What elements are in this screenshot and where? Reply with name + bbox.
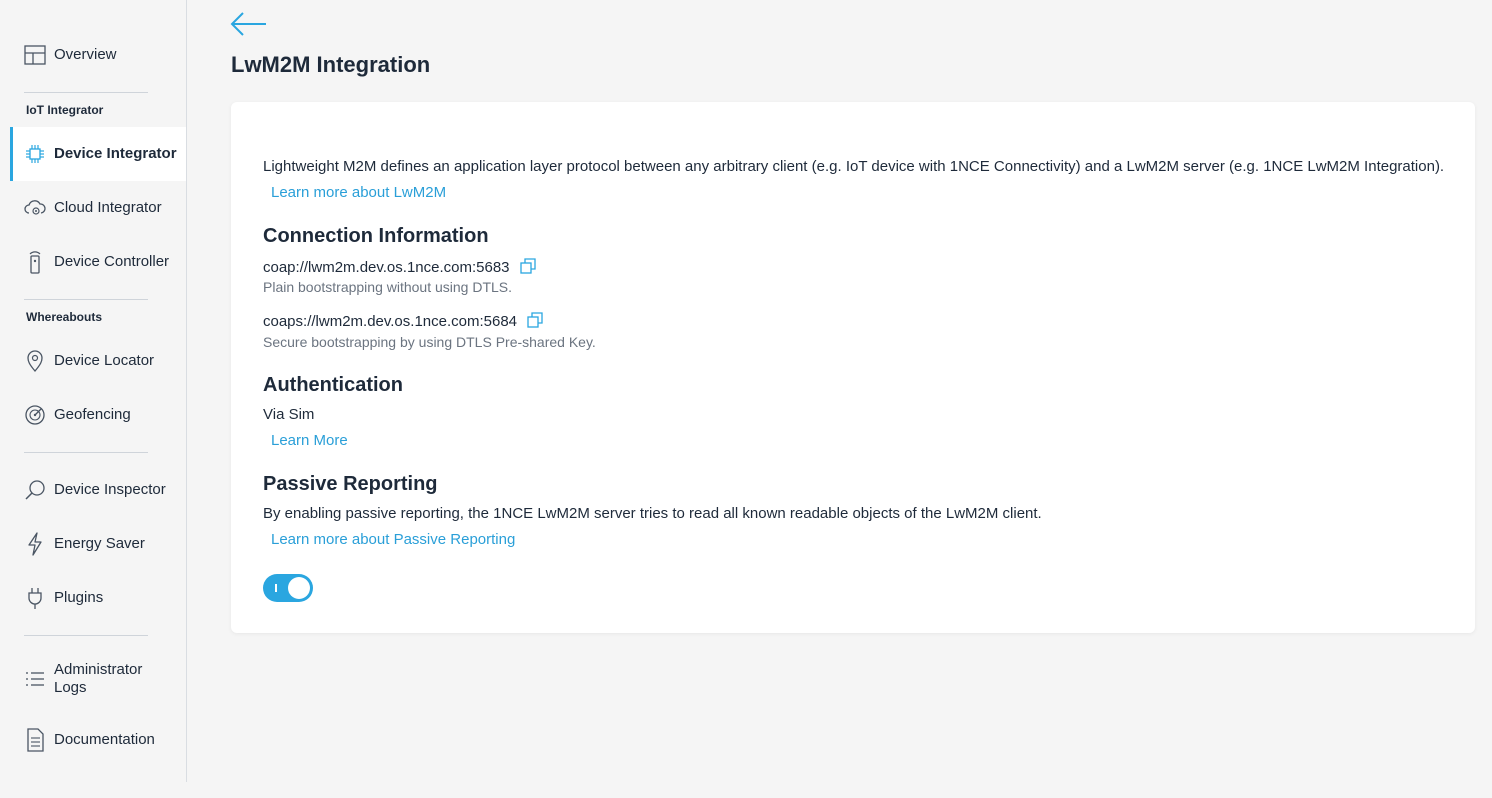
passive-reporting-toggle[interactable] bbox=[263, 574, 313, 602]
sidebar-item-plugins[interactable]: Plugins bbox=[10, 571, 186, 625]
plug-icon bbox=[24, 587, 46, 609]
learn-more-lwm2m-link[interactable]: Learn more about LwM2M bbox=[271, 184, 446, 201]
sidebar-item-overview[interactable]: Overview bbox=[10, 28, 186, 82]
page-title: LwM2M Integration bbox=[231, 52, 431, 77]
sidebar-divider bbox=[24, 92, 148, 93]
passive-reporting-heading: Passive Reporting bbox=[263, 473, 438, 495]
authentication-heading: Authentication bbox=[263, 374, 403, 396]
sidebar-item-cloud-integrator[interactable]: Cloud Integrator bbox=[10, 181, 186, 235]
connection-entry: coaps://lwm2m.dev.os.1nce.com:5684 bbox=[263, 312, 543, 332]
sidebar-item-device-locator[interactable]: Device Locator bbox=[10, 334, 186, 388]
sidebar-item-device-integrator[interactable]: Device Integrator bbox=[10, 127, 186, 181]
coaps-url: coaps://lwm2m.dev.os.1nce.com:5684 bbox=[263, 313, 518, 330]
authentication-value: Via Sim bbox=[263, 406, 315, 423]
section-label-whereabouts: Whereabouts bbox=[26, 310, 103, 324]
sidebar-item-label: Energy Saver bbox=[54, 535, 145, 552]
back-arrow-icon[interactable] bbox=[230, 10, 268, 38]
sidebar-item-energy-saver[interactable]: Energy Saver bbox=[10, 517, 186, 571]
sidebar: Overview IoT Integrator Device Integrato… bbox=[0, 0, 187, 782]
coap-description: Plain bootstrapping without using DTLS. bbox=[263, 279, 513, 295]
sidebar-divider bbox=[24, 299, 148, 300]
connection-entry: coap://lwm2m.dev.os.1nce.com:5683 bbox=[263, 258, 536, 278]
layout-icon bbox=[24, 44, 46, 66]
sidebar-item-geofencing[interactable]: Geofencing bbox=[10, 388, 186, 442]
sidebar-item-label: Administrator Logs bbox=[54, 661, 143, 696]
coaps-description: Secure bootstrapping by using DTLS Pre-s… bbox=[263, 334, 596, 350]
sidebar-item-documentation[interactable]: Documentation bbox=[10, 713, 186, 767]
magnifier-icon bbox=[24, 479, 46, 501]
list-icon bbox=[24, 668, 46, 690]
sidebar-item-device-inspector[interactable]: Device Inspector bbox=[10, 463, 186, 517]
sidebar-item-label: Cloud Integrator bbox=[54, 199, 162, 216]
toggle-knob bbox=[288, 577, 310, 599]
coap-url: coap://lwm2m.dev.os.1nce.com:5683 bbox=[263, 259, 510, 276]
section-label-iot-integrator: IoT Integrator bbox=[26, 103, 104, 117]
document-icon bbox=[24, 728, 46, 752]
chip-icon bbox=[24, 143, 46, 165]
map-pin-icon bbox=[24, 350, 46, 372]
sidebar-item-device-controller[interactable]: Device Controller bbox=[10, 235, 186, 289]
sidebar-item-label: Plugins bbox=[54, 589, 104, 606]
sidebar-item-label: Device Inspector bbox=[54, 481, 166, 498]
remote-icon bbox=[24, 251, 46, 274]
sidebar-item-label: Device Integrator bbox=[54, 145, 177, 162]
radar-icon bbox=[24, 404, 46, 426]
toggle-on-indicator bbox=[275, 584, 277, 592]
lwm2m-card: Lightweight M2M defines an application l… bbox=[231, 102, 1475, 633]
copy-icon[interactable] bbox=[527, 312, 543, 332]
cloud-gear-icon bbox=[24, 197, 46, 219]
sidebar-item-label: Overview bbox=[54, 46, 117, 63]
sidebar-item-label: Device Locator bbox=[54, 352, 155, 369]
sidebar-item-label: Geofencing bbox=[54, 406, 131, 423]
intro-text: Lightweight M2M defines an application l… bbox=[263, 158, 1445, 175]
learn-more-passive-reporting-link[interactable]: Learn more about Passive Reporting bbox=[271, 531, 515, 548]
lightning-icon bbox=[24, 532, 46, 556]
sidebar-divider bbox=[24, 635, 148, 636]
copy-icon[interactable] bbox=[520, 258, 536, 278]
sidebar-divider bbox=[24, 452, 148, 453]
learn-more-auth-link[interactable]: Learn More bbox=[271, 432, 348, 449]
passive-reporting-text: By enabling passive reporting, the 1NCE … bbox=[263, 505, 1042, 522]
sidebar-item-administrator-logs[interactable]: Administrator Logs bbox=[10, 652, 186, 706]
sidebar-item-label: Device Controller bbox=[54, 253, 170, 270]
connection-heading: Connection Information bbox=[263, 225, 489, 247]
sidebar-item-label: Documentation bbox=[54, 731, 155, 748]
